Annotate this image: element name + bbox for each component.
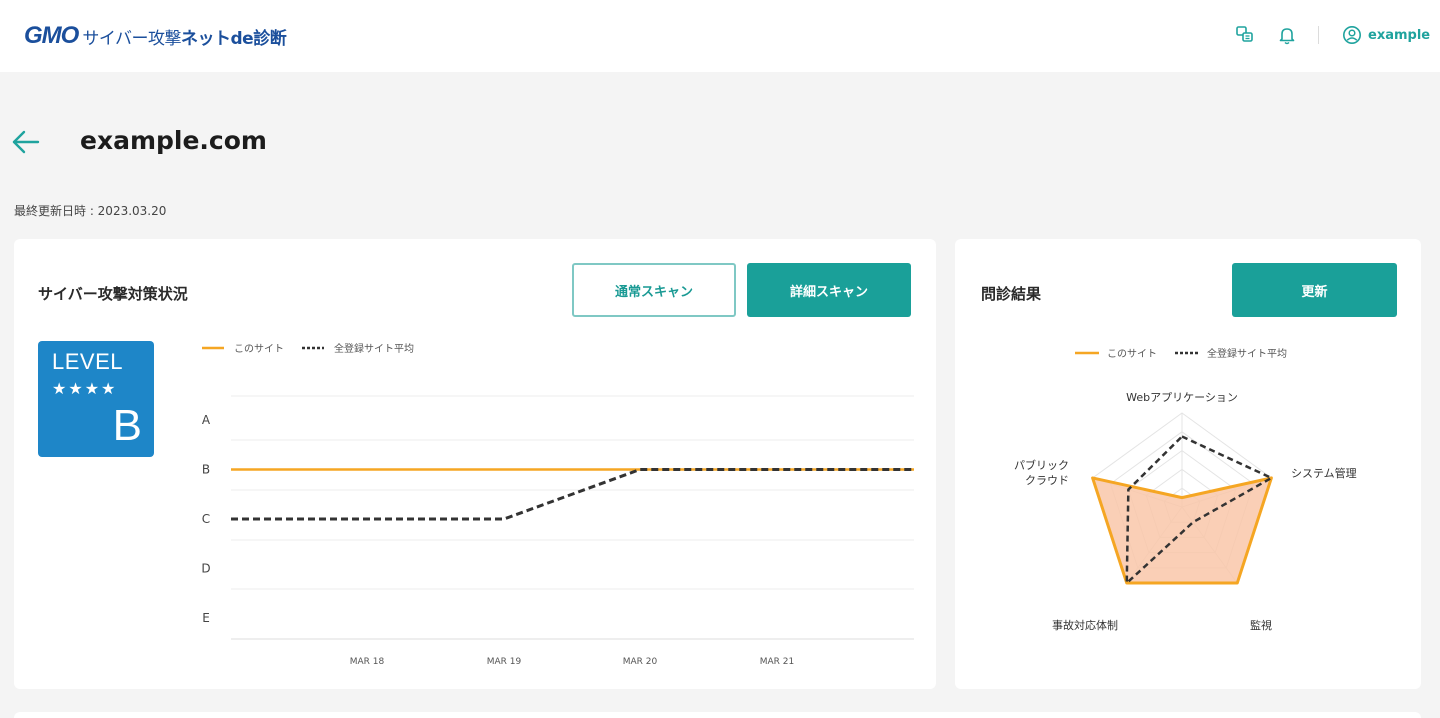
result-card-title: 問診結果 <box>981 285 1042 303</box>
normal-scan-button[interactable]: 通常スキャン <box>572 263 736 317</box>
radar-axis-label: 事故対応体制 <box>1052 618 1118 632</box>
level-badge: LEVEL ★★★★ B <box>38 341 154 457</box>
legend-average-label: 全登録サイト平均 <box>1207 347 1287 360</box>
x-tick-label: MAR 21 <box>760 657 795 667</box>
top-bar: GMO サイバー攻撃ネットde診断 example <box>0 0 1440 72</box>
logo-brand: GMO <box>24 22 79 49</box>
x-tick-label: MAR 18 <box>350 657 385 667</box>
y-tick-label: C <box>202 512 210 526</box>
radar-axis-label: Webアプリケーション <box>1126 391 1238 404</box>
page-title: example.com <box>80 126 267 155</box>
legend-site-label: このサイト <box>234 343 284 355</box>
user-icon <box>1342 25 1362 45</box>
radar-axis-label: 監視 <box>1250 618 1272 632</box>
username: example <box>1368 27 1431 43</box>
header-divider <box>1318 26 1319 44</box>
status-card: サイバー攻撃対策状況 通常スキャン 詳細スキャン LEVEL ★★★★ B この… <box>14 239 936 689</box>
average-series-line <box>231 468 914 521</box>
detail-scan-button[interactable]: 詳細スキャン <box>747 263 911 317</box>
last-updated: 最終更新日時 : 2023.03.20 <box>14 204 167 218</box>
y-tick-label: B <box>202 463 210 477</box>
level-grade: B <box>112 401 142 450</box>
update-button[interactable]: 更新 <box>1232 263 1397 317</box>
level-history-chart: このサイト 全登録サイト平均 A B C D E MAR 18 MAR 19 MAR 20 MAR … <box>201 342 914 667</box>
notice-icon[interactable] <box>1234 24 1256 46</box>
radar-axis-label: パブリッククラウド <box>1014 458 1069 487</box>
legend-average-label: 全登録サイト平均 <box>334 342 414 355</box>
logo-service-name: サイバー攻撃ネットde診断 <box>82 28 287 49</box>
y-tick-label: D <box>201 562 210 576</box>
interview-radar-chart: このサイト 全登録サイト平均 Webアプリケーションシステム管理監視 事故対応体制 パブ… <box>1014 347 1357 632</box>
level-label: LEVEL <box>52 349 123 374</box>
x-tick-label: MAR 19 <box>487 657 522 667</box>
brand-logo[interactable]: GMO サイバー攻撃ネットde診断 <box>24 22 287 50</box>
x-tick-label: MAR 20 <box>623 657 658 667</box>
radar-axis-label: システム管理 <box>1291 466 1357 480</box>
y-tick-label: E <box>202 611 210 625</box>
result-card: 問診結果 更新 このサイト 全登録サイト平均 Webアプリケーションシステム管理監視… <box>955 239 1421 689</box>
y-tick-label: A <box>202 413 211 427</box>
legend-site-label: このサイト <box>1107 348 1157 360</box>
user-menu[interactable]: example <box>1342 24 1430 46</box>
level-stars: ★★★★ <box>52 379 118 398</box>
next-card <box>14 712 1421 718</box>
back-arrow-icon[interactable] <box>10 126 44 158</box>
bell-icon[interactable] <box>1276 24 1298 46</box>
status-card-title: サイバー攻撃対策状況 <box>38 285 188 303</box>
